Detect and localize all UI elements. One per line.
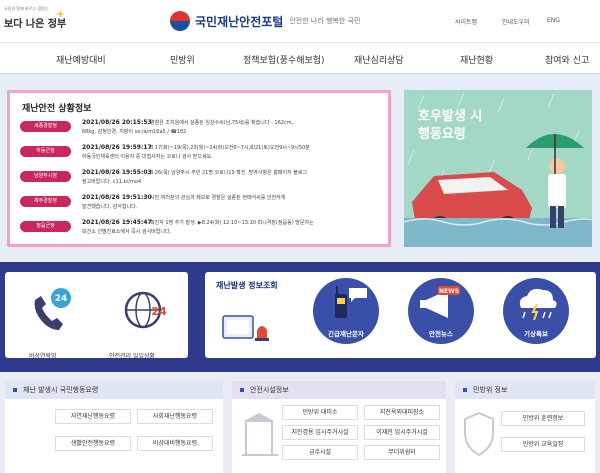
util-link-eng[interactable]: ENG: [547, 17, 560, 24]
status-row[interactable]: 정읍군청 2021/08/26 19:45:47 확진자 1명 추가 발생. ▶…: [20, 219, 385, 243]
status-date: 2021/08/26 19:45:47: [82, 219, 152, 226]
guide-life-safety[interactable]: 생활안전행동요령: [55, 436, 131, 451]
panel-header: 재난 발생시 국민행동요령: [5, 381, 223, 399]
action-guide-panel: 재난 발생시 국민행동요령 자연재난행동요령 사회재난행동요령 생활안전행동요령…: [5, 381, 223, 473]
civil-education-schedule[interactable]: 민방위 교육일정: [501, 437, 585, 452]
guide-emergency-prep[interactable]: 비상대비행동요령: [137, 436, 213, 451]
gov-brand-logo[interactable]: 국민과 함께 바르고 힘있는 보다 나은 정부 +: [4, 6, 66, 32]
panel-title: 안전시설정보: [250, 386, 289, 394]
heavy-rain-banner[interactable]: 호우발생 시 행동요령: [404, 90, 592, 247]
nav-item-prevention[interactable]: 재난예방대비: [56, 53, 106, 66]
facility-victim-temp-housing[interactable]: 이재민 임시주거시설: [364, 425, 440, 440]
panel-title: 민방위 정보: [473, 386, 508, 394]
facility-quake-temp-housing[interactable]: 지진겸용 임시주거시설: [282, 425, 358, 440]
status-badge: 정읍군청: [20, 221, 71, 232]
civil-training-info[interactable]: 민방위 훈련정보: [501, 411, 585, 426]
info-circle-emergency-sms[interactable]: 긴급재난문자: [313, 278, 379, 344]
status-text: 68kg, 감청인경, 지팡이 vo.la/m16a5 / ☎182: [82, 129, 187, 135]
status-text: 경찰은 조치원에서 실종된 임강수씨(남,75세)를 찾습니다 - 162cm,: [150, 120, 294, 126]
facility-civil-shelter[interactable]: 민방위 대피소: [282, 405, 358, 420]
page: 국민과 함께 바르고 힘있는 보다 나은 정부 + 국민재난안전포털 안전한 나…: [0, 0, 600, 473]
news-megaphone-icon: NEWS: [420, 286, 460, 318]
bullet-icon: [463, 388, 467, 392]
building-icon: [242, 413, 278, 456]
guide-natural-disaster[interactable]: 자연재난행동요령: [55, 409, 131, 424]
status-text: 8.26(목) 남양주시 주민 21명 코로나19 확진. 방역사항은 홈페이지…: [150, 170, 308, 176]
status-row[interactable]: 제주경찰청 2021/08/26 19:51:30 시민 여러분의 관심과 제보…: [20, 194, 385, 218]
quick-link-emergency-contact[interactable]: 24 비상연락망: [27, 284, 79, 360]
status-badge: 하동군청: [20, 146, 71, 157]
facility-heat-shelter[interactable]: 무더위쉼터: [364, 445, 440, 460]
site-slogan: 안전한 나라 행복한 국민: [289, 17, 361, 25]
gov-tagline: 국민과 함께 바르고 힘있는: [4, 6, 49, 11]
safety-facility-panel: 안전시설정보 민방위 대피소 지진옥외대피장소 지진겸용 임시주거시설 이재민 …: [232, 381, 446, 473]
facility-water-supply[interactable]: 급수시설: [282, 445, 358, 460]
panel-title: 재난 발생시 국민행동요령: [23, 386, 99, 394]
main-nav: 재난예방대비 민방위 정책보험(풍수해보험) 재난심리상담 재난현황 참여와 신…: [0, 42, 600, 74]
guide-social-disaster[interactable]: 사회재난행동요령: [137, 409, 213, 424]
status-badge: 제주경찰청: [20, 196, 71, 207]
banner-title-line1: 호우발생 시: [418, 109, 483, 124]
status-row[interactable]: 세종경찰청 2021/08/26 20:15:53 경찰은 조치원에서 실종된 …: [20, 119, 385, 143]
status-title: 재난안전 상황정보: [22, 104, 92, 114]
quick-link-label: 안전관리 일일상황: [109, 353, 156, 360]
globe-24-icon: 24: [124, 291, 167, 329]
nav-item-report[interactable]: 참여와 신고: [545, 53, 589, 66]
disaster-status-panel: 재난안전 상황정보 세종경찰청 2021/08/26 20:15:53 경찰은 …: [7, 90, 391, 247]
status-text: 보건소 선별진료소에서 즉시 검사바랍니다.: [82, 229, 172, 235]
civil-defense-panel: 민방위 정보 민방위 훈련정보 민방위 교육일정: [455, 381, 595, 473]
util-link-guide[interactable]: 안내도우미: [502, 17, 530, 26]
status-row[interactable]: 남양주시청 2021/08/26 19:55:03 8.26(목) 남양주시 주…: [20, 169, 385, 193]
nav-item-insurance[interactable]: 정책보험(풍수해보험): [243, 53, 325, 66]
bullet-icon: [13, 388, 17, 392]
status-text: 8.17(화)~19(목),23(월)~24(화)오전6~7시,8/21(토)오…: [150, 145, 310, 151]
status-badge: 세종경찰청: [20, 121, 71, 132]
quick-link-label: 비상연락망: [29, 353, 57, 360]
quick-link-daily-safety[interactable]: 24 안전관리 일일상황: [109, 284, 175, 360]
nav-item-status[interactable]: 재난현황: [460, 53, 493, 66]
nav-item-counseling[interactable]: 재난심리상담: [354, 53, 404, 66]
status-date: 2021/08/26 19:59:17: [82, 144, 152, 151]
info-title: 재난발생 정보조회: [216, 281, 278, 290]
panel-header: 민방위 정보: [455, 381, 595, 399]
panel-header: 안전시설정보: [232, 381, 446, 399]
banner-title-line2: 행동요령: [418, 127, 466, 142]
info-circle-label: 기상특보: [524, 330, 548, 338]
util-link-sitemap[interactable]: 사이트맵: [455, 17, 477, 26]
svg-text:24: 24: [55, 294, 68, 304]
plus-icon: +: [56, 9, 65, 20]
status-date: 2021/08/26 20:15:53: [82, 119, 152, 126]
info-circle-label: 안전뉴스: [429, 330, 453, 338]
status-text: 참고바랍니다. c11.kr/mo4: [82, 179, 142, 185]
status-text: 시민 여러분의 관심과 제보로 경찰은 실종된 현태석씨를 안전하게: [150, 195, 286, 201]
site-logo[interactable]: 국민재난안전포털 안전한 나라 행복한 국민: [170, 10, 360, 32]
status-text: 하동국민체육센터 이용자 중 미접사자는 코로나 검사 받으세요.: [82, 154, 213, 160]
status-text: 확진자 1명 추가 발생. ▶8.24(화) 12:10~13:10 피니격장(…: [150, 220, 314, 226]
phone-24-icon: 24: [34, 288, 71, 330]
rain-cloud-icon: [519, 288, 557, 321]
quick-links-panel: 24 비상연락망 24 안전관리 일일상황: [5, 272, 188, 360]
banner-title: 호우발생 시 행동요령: [418, 108, 482, 144]
site-title: 국민재난안전포털: [195, 14, 284, 29]
disaster-info-panel: 재난발생 정보조회 긴급재난문자 NEWS 안전뉴스 기상특보: [205, 272, 596, 358]
status-badge: 남양주시청: [20, 171, 71, 182]
bullet-icon: [240, 388, 244, 392]
svg-text:NEWS: NEWS: [439, 288, 459, 295]
taegeuk-icon: [170, 11, 190, 31]
info-circle-safety-news[interactable]: NEWS 안전뉴스: [408, 278, 474, 344]
facility-quake-outdoor[interactable]: 지진옥외대피장소: [364, 405, 440, 420]
radio-message-icon: [335, 286, 367, 318]
info-circle-weather-alert[interactable]: 기상특보: [503, 278, 569, 344]
info-circle-label: 긴급재난문자: [328, 330, 364, 338]
nav-item-civil-defense[interactable]: 민방위: [170, 53, 195, 66]
shield-icon: [464, 411, 494, 457]
status-date: 2021/08/26 19:51:30: [82, 194, 152, 201]
svg-text:24: 24: [151, 305, 167, 318]
status-text: 발견했습니다. 감사합니다.: [82, 204, 138, 210]
status-row[interactable]: 하동군청 2021/08/26 19:59:17 8.17(화)~19(목),2…: [20, 144, 385, 168]
header: 국민과 함께 바르고 힘있는 보다 나은 정부 + 국민재난안전포털 안전한 나…: [0, 0, 600, 42]
monitor-siren-icon: [222, 315, 269, 341]
status-date: 2021/08/26 19:55:03: [82, 169, 152, 176]
